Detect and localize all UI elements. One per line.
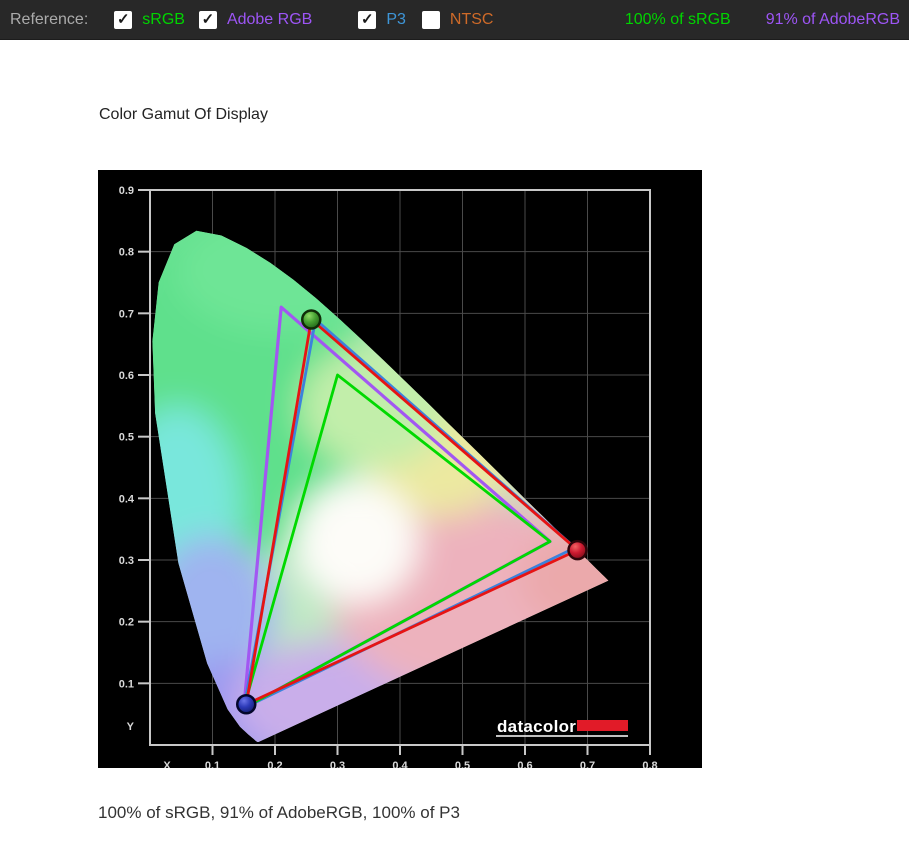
axis-tick-label: 0.2 — [119, 617, 134, 629]
chart-panel: 0.1 0.2 0.3 0.4 0.5 0.6 0.7 0.8 0.9 0.1 0.2 0.3 0.4 0… — [98, 170, 702, 768]
p3-checkbox-label: P3 — [386, 10, 406, 28]
primary-marker-green — [301, 309, 322, 330]
primary-marker-red — [567, 539, 588, 561]
axis-tick-label: 0.5 — [119, 432, 134, 444]
adobe-rgb-checkbox[interactable]: ✓ — [198, 10, 217, 29]
coverage-caption: 100% of sRGB, 91% of AdobeRGB, 100% of P… — [98, 803, 460, 822]
axis-tick-label: 0.8 — [642, 760, 657, 768]
datacolor-logo-text: datacolor — [497, 717, 576, 736]
axis-tick-label: 0.7 — [119, 308, 134, 320]
axis-tick-label: 0.6 — [517, 760, 532, 768]
coverage-stats: 100% of sRGB 91% of AdobeRGB — [625, 11, 900, 29]
srgb-checkbox[interactable]: ✓ — [114, 10, 133, 29]
reference-label: Reference: — [10, 10, 89, 28]
axis-tick-label: 0.1 — [205, 760, 220, 768]
axis-tick-label: 0.3 — [330, 760, 345, 768]
gamut-chart-svg: 0.1 0.2 0.3 0.4 0.5 0.6 0.7 0.8 0.9 0.1 0.2 0.3 0.4 0… — [98, 170, 702, 768]
srgb-checkbox-label: sRGB — [142, 10, 185, 28]
axis-tick-label: 0.9 — [119, 185, 134, 197]
axis-tick-label: 0.5 — [455, 760, 470, 768]
reference-toolbar: Reference: ✓ sRGB ✓ Adobe RGB ✓ P3 ✓ NTS… — [0, 0, 909, 40]
checkbox-group-srgb[interactable]: ✓ sRGB — [114, 10, 185, 29]
axis-tick-label: 0.8 — [119, 247, 134, 259]
adobe-rgb-checkbox-label: Adobe RGB — [226, 10, 313, 28]
primary-marker-blue — [236, 694, 257, 715]
checkbox-group-p3[interactable]: ✓ P3 — [358, 10, 406, 29]
axis-tick-label: 0.4 — [119, 493, 135, 505]
adobergb-coverage-stat: 91% of AdobeRGB — [765, 10, 900, 28]
ntsc-checkbox-label: NTSC — [449, 10, 494, 28]
x-axis-label: X — [163, 760, 171, 768]
axis-tick-label: 0.6 — [119, 370, 134, 382]
axis-tick-label: 0.2 — [267, 760, 282, 768]
checkmark-icon: ✓ — [116, 10, 130, 28]
checkbox-group-ntsc[interactable]: ✓ NTSC — [421, 10, 494, 29]
srgb-coverage-stat: 100% of sRGB — [624, 10, 731, 28]
axis-tick-label: 0.1 — [119, 678, 134, 690]
axis-tick-label: 0.4 — [392, 760, 408, 768]
checkmark-icon: ✓ — [361, 10, 374, 28]
axis-tick-label: 0.3 — [119, 555, 134, 567]
y-axis-label: Y — [127, 721, 135, 733]
page-title: Color Gamut Of Display — [99, 106, 268, 123]
ntsc-checkbox[interactable]: ✓ — [421, 10, 440, 29]
axis-tick-label: 0.7 — [580, 760, 595, 768]
checkmark-icon: ✓ — [201, 10, 215, 28]
datacolor-logo-red-bar — [577, 720, 628, 731]
checkbox-group-adobe-rgb[interactable]: ✓ Adobe RGB — [198, 10, 313, 29]
p3-checkbox[interactable]: ✓ — [358, 10, 377, 29]
